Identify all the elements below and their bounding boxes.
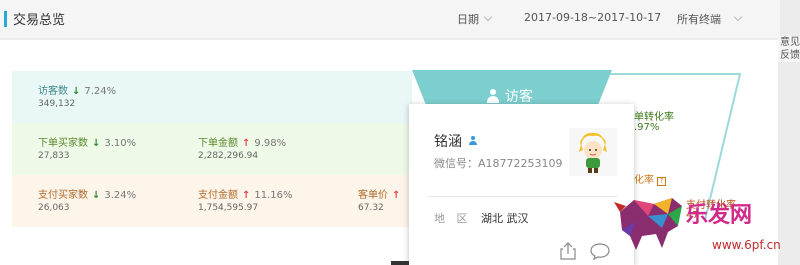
metric-order-buyers: 下单买家数 ↓ 3.10% 27,833: [38, 134, 136, 161]
watermark-text: 乐发网: [686, 202, 753, 228]
metric-visitors: 访客数 ↓ 7.24% 349,132: [38, 82, 116, 109]
share-icon[interactable]: [560, 242, 576, 264]
section-title: 交易总览: [4, 9, 65, 28]
pay-conversion-label: 化率?: [634, 171, 666, 186]
person-icon: [468, 136, 478, 146]
visitor-row: 访客数 ↓ 7.24% 349,132: [12, 71, 412, 123]
order-row: 下单买家数 ↓ 3.10% 27,833 下单金额 ↑ 9.98% 2,282,296.…: [12, 123, 412, 175]
page-title: 交易总览: [13, 13, 66, 28]
metric-value: 27,833: [38, 151, 70, 161]
user-name: 铭涵: [434, 134, 462, 150]
terminal-dropdown[interactable]: 所有终端: [677, 11, 743, 27]
watermark-url: www.6pf.cn: [712, 238, 781, 252]
order-conversion-label: 单转化率: [634, 108, 674, 123]
metric-value: 2,282,296.94: [198, 151, 259, 161]
metric-change: 7.24%: [84, 86, 117, 97]
cartoon-avatar-icon: [579, 132, 607, 173]
chevron-down-icon: [483, 12, 493, 22]
metric-change: 3.10%: [104, 138, 137, 149]
metric-label: 支付买家数: [38, 190, 88, 201]
metric-value: 1,754,595.97: [198, 203, 259, 213]
date-range-value: 2017-09-18~2017-10-17: [524, 11, 662, 24]
wechat-id: 微信号：A18772253109: [434, 157, 563, 170]
metric-change: 9.98%: [254, 138, 287, 149]
info-icon[interactable]: ?: [657, 177, 666, 186]
metric-value: 26,063: [38, 203, 70, 213]
order-conversion-value: .97%: [634, 122, 660, 133]
person-icon: [487, 89, 499, 103]
metric-pay-buyers: 支付买家数 ↓ 3.24% 26,063: [38, 186, 136, 213]
metric-value: 349,132: [38, 99, 76, 109]
title-accent-bar: [4, 10, 7, 27]
metric-label: 客单价: [358, 190, 388, 201]
metric-order-amount: 下单金额 ↑ 9.98% 2,282,296.94: [198, 134, 286, 161]
metric-label: 下单买家数: [38, 138, 88, 149]
funnel-top-text: 访客: [505, 89, 533, 105]
trend-up-icon: ↑: [242, 190, 251, 201]
chat-icon[interactable]: [590, 242, 610, 264]
feedback-button[interactable]: 意见 反馈: [778, 36, 800, 62]
metric-label: 下单金额: [198, 138, 238, 149]
funnel-visitor-label: 访客: [487, 86, 533, 106]
region-value: 湖北 武汉: [481, 212, 529, 225]
feedback-line-2: 反馈: [780, 50, 800, 61]
payment-row: 支付买家数 ↓ 3.24% 26,063 支付金额 ↑ 11.16% 1,754,595…: [12, 175, 412, 227]
card-name: 铭涵: [434, 131, 478, 151]
metric-change: 3.24%: [104, 190, 137, 201]
date-range-picker[interactable]: 2017-09-18~2017-10-17: [524, 11, 661, 24]
pay-conversion-text: 化率: [634, 175, 654, 186]
date-filter-dropdown[interactable]: 日期: [457, 11, 493, 27]
scrollbar-thumb[interactable]: [391, 261, 409, 265]
terminal-value: 所有终端: [677, 13, 721, 26]
watermark-bull-logo: [614, 198, 682, 250]
metric-value: 67.32: [358, 203, 384, 213]
metric-avg-price: 客单价 ↑ 67.32: [358, 186, 404, 213]
date-filter-label: 日期: [457, 13, 479, 26]
metric-label: 访客数: [38, 86, 68, 97]
trend-up-icon: ↑: [392, 190, 401, 201]
trend-down-icon: ↓: [92, 138, 101, 149]
feedback-line-1: 意见: [780, 37, 800, 48]
trend-up-icon: ↑: [242, 138, 251, 149]
trend-down-icon: ↓: [92, 190, 101, 201]
chevron-down-icon: [733, 12, 743, 22]
metric-change: 11.16%: [254, 190, 293, 201]
avatar: [569, 128, 617, 176]
metric-label: 支付金额: [198, 190, 238, 201]
metric-pay-amount: 支付金额 ↑ 11.16% 1,754,595.97: [198, 186, 293, 213]
region-label: 地 区: [434, 212, 472, 225]
divider: [427, 196, 617, 197]
user-profile-card: 铭涵 微信号：A18772253109 地 区 湖北 武汉: [409, 104, 634, 265]
top-bar: 交易总览 日期 2017-09-18~2017-10-17 所有终端: [0, 0, 780, 38]
trend-down-icon: ↓: [72, 86, 81, 97]
